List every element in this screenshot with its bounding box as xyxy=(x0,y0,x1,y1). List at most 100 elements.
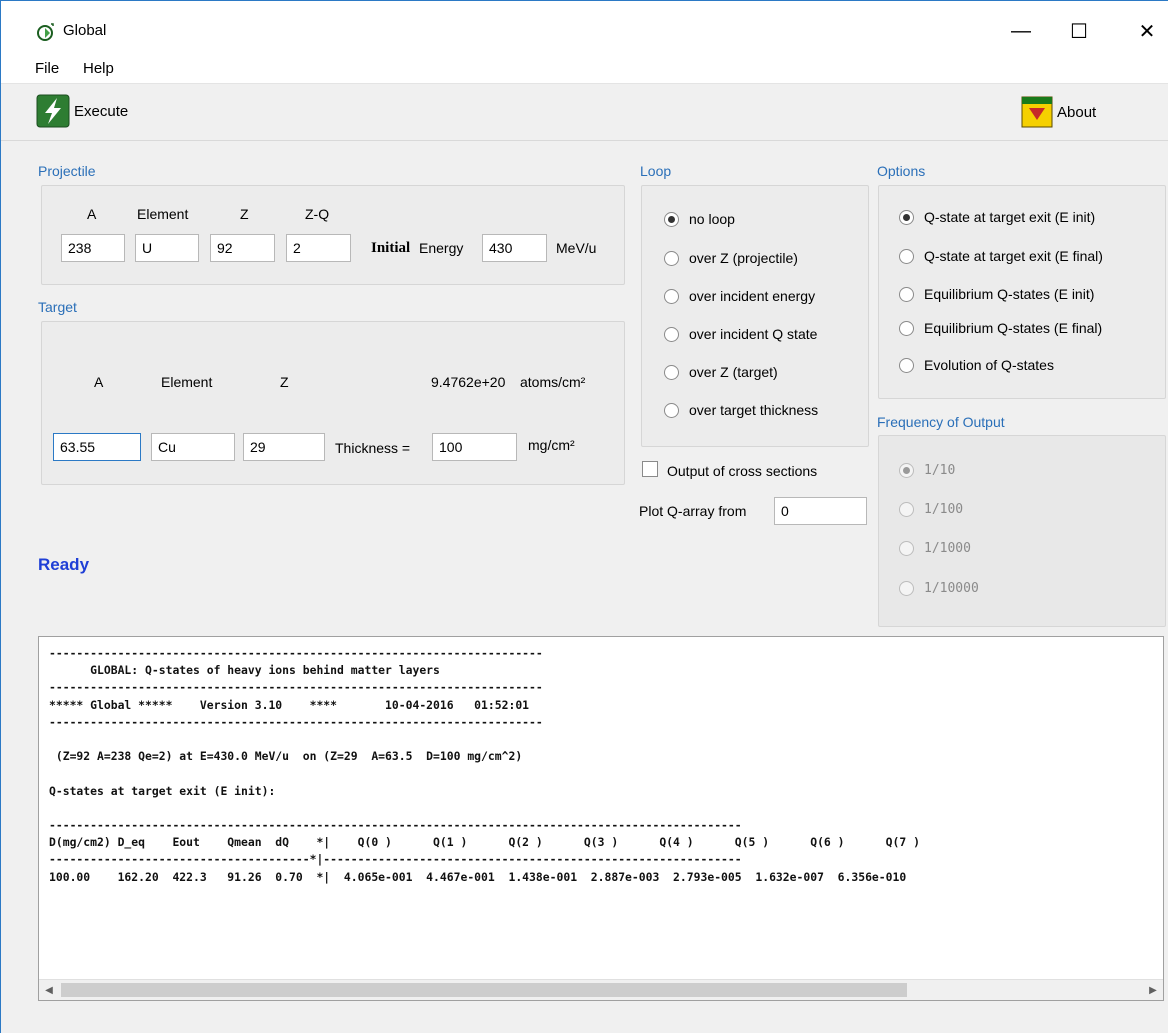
maximize-button[interactable]: ☐ xyxy=(1059,11,1099,51)
loop-option-label: no loop xyxy=(689,211,735,227)
option-exit-e-final[interactable]: Q-state at target exit (E final) xyxy=(899,248,1103,264)
target-density-value: 9.4762e+20 xyxy=(431,374,506,390)
projectile-z-header: Z xyxy=(240,206,249,222)
radio-circle xyxy=(899,581,914,596)
radio-circle xyxy=(664,402,679,418)
projectile-a-input[interactable] xyxy=(61,234,125,262)
thickness-unit: mg/cm² xyxy=(528,437,575,453)
energy-unit: MeV/u xyxy=(556,240,597,256)
frequency-label: 1/10 xyxy=(924,463,956,478)
scroll-left-arrow-icon[interactable]: ◀ xyxy=(41,982,57,998)
initial-label: Initial xyxy=(371,240,411,256)
option-label: Q-state at target exit (E init) xyxy=(924,209,1096,225)
projectile-zq-header: Z-Q xyxy=(305,206,330,222)
status-ready: Ready xyxy=(38,555,90,574)
option-label: Equilibrium Q-states (E final) xyxy=(924,320,1103,336)
thickness-label: Thickness = xyxy=(335,440,411,456)
frequency-option-10000[interactable]: 1/10000 xyxy=(899,581,979,596)
cross-sections-checkbox[interactable] xyxy=(642,461,658,477)
menu-help[interactable]: Help xyxy=(83,60,114,77)
projectile-z-input[interactable] xyxy=(210,234,275,262)
menu-bar: File Help xyxy=(1,51,1168,84)
loop-option-z-target[interactable]: over Z (target) xyxy=(664,364,778,380)
about-button[interactable]: About xyxy=(1021,96,1096,128)
radio-circle xyxy=(664,364,679,380)
frequency-option-100[interactable]: 1/100 xyxy=(899,502,963,517)
frequency-label: 1/1000 xyxy=(924,541,971,556)
option-label: Q-state at target exit (E final) xyxy=(924,248,1103,264)
options-section-title: Options xyxy=(877,163,926,179)
app-logo-icon xyxy=(37,23,54,41)
menu-file[interactable]: File xyxy=(35,60,59,77)
radio-circle xyxy=(899,286,914,302)
energy-label: Energy xyxy=(419,240,464,256)
energy-input[interactable] xyxy=(482,234,547,262)
projectile-section-title: Projectile xyxy=(38,163,96,179)
radio-circle xyxy=(899,502,914,517)
thickness-input[interactable] xyxy=(432,433,517,461)
title-bar: Global — ☐ ✕ xyxy=(1,1,1168,51)
output-text: ----------------------------------------… xyxy=(49,646,920,884)
projectile-zq-input[interactable] xyxy=(286,234,351,262)
loop-option-incident-q[interactable]: over incident Q state xyxy=(664,326,817,342)
scroll-right-arrow-icon[interactable]: ▶ xyxy=(1145,982,1161,998)
execute-label: Execute xyxy=(74,102,129,120)
app-window: Global — ☐ ✕ File Help Execute About Pro… xyxy=(0,0,1168,1033)
option-exit-e-init[interactable]: Q-state at target exit (E init) xyxy=(899,209,1095,225)
loop-option-label: over incident Q state xyxy=(689,326,818,342)
target-z-header: Z xyxy=(280,374,289,390)
radio-circle xyxy=(899,357,914,373)
radio-circle xyxy=(664,288,679,304)
loop-option-target-thickness[interactable]: over target thickness xyxy=(664,402,818,418)
radio-circle xyxy=(664,326,679,342)
radio-circle xyxy=(664,211,679,227)
frequency-option-1000[interactable]: 1/1000 xyxy=(899,541,971,556)
loop-option-z-projectile[interactable]: over Z (projectile) xyxy=(664,250,798,266)
frequency-label: 1/100 xyxy=(924,502,964,517)
close-button[interactable]: ✕ xyxy=(1127,11,1167,51)
option-label: Evolution of Q-states xyxy=(924,357,1054,373)
target-density-unit: atoms/cm² xyxy=(520,374,586,390)
plot-q-array-label: Plot Q-array from xyxy=(639,503,747,519)
target-a-header: A xyxy=(94,374,104,390)
loop-section-title: Loop xyxy=(640,163,672,179)
horizontal-scrollbar[interactable]: ◀ ▶ xyxy=(39,979,1163,1000)
loop-option-incident-energy[interactable]: over incident energy xyxy=(664,288,815,304)
frequency-section-title: Frequency of Output xyxy=(877,414,1005,430)
lightning-icon xyxy=(36,94,70,128)
window-title: Global xyxy=(63,22,107,39)
toolbar: Execute About xyxy=(1,84,1168,141)
option-equilibrium-e-init[interactable]: Equilibrium Q-states (E init) xyxy=(899,286,1094,302)
cross-sections-label: Output of cross sections xyxy=(667,463,818,479)
about-label: About xyxy=(1057,103,1097,121)
loop-option-label: over target thickness xyxy=(689,402,819,418)
loop-option-no-loop[interactable]: no loop xyxy=(664,211,735,227)
loop-option-label: over Z (projectile) xyxy=(689,250,798,266)
radio-circle xyxy=(664,250,679,266)
scrollbar-thumb[interactable] xyxy=(61,983,907,997)
radio-circle xyxy=(899,541,914,556)
target-element-input[interactable] xyxy=(151,433,235,461)
minimize-button[interactable]: — xyxy=(1001,11,1041,51)
loop-option-label: over incident energy xyxy=(689,288,816,304)
option-equilibrium-e-final[interactable]: Equilibrium Q-states (E final) xyxy=(899,320,1102,336)
radio-circle xyxy=(899,463,914,478)
projectile-element-input[interactable] xyxy=(135,234,199,262)
target-z-input[interactable] xyxy=(243,433,325,461)
option-evolution[interactable]: Evolution of Q-states xyxy=(899,357,1054,373)
option-label: Equilibrium Q-states (E init) xyxy=(924,286,1095,302)
plot-q-array-input[interactable] xyxy=(774,497,867,525)
radio-circle xyxy=(899,248,914,264)
frequency-option-10[interactable]: 1/10 xyxy=(899,463,955,478)
execute-button[interactable]: Execute xyxy=(36,94,128,128)
output-console[interactable]: ----------------------------------------… xyxy=(38,636,1164,1001)
target-element-header: Element xyxy=(161,374,213,390)
target-section-title: Target xyxy=(38,299,77,315)
about-info-icon xyxy=(1021,96,1053,128)
projectile-a-header: A xyxy=(87,206,97,222)
projectile-element-header: Element xyxy=(137,206,189,222)
target-a-input[interactable] xyxy=(53,433,141,461)
loop-option-label: over Z (target) xyxy=(689,364,778,380)
radio-circle xyxy=(899,209,914,225)
radio-circle xyxy=(899,320,914,336)
